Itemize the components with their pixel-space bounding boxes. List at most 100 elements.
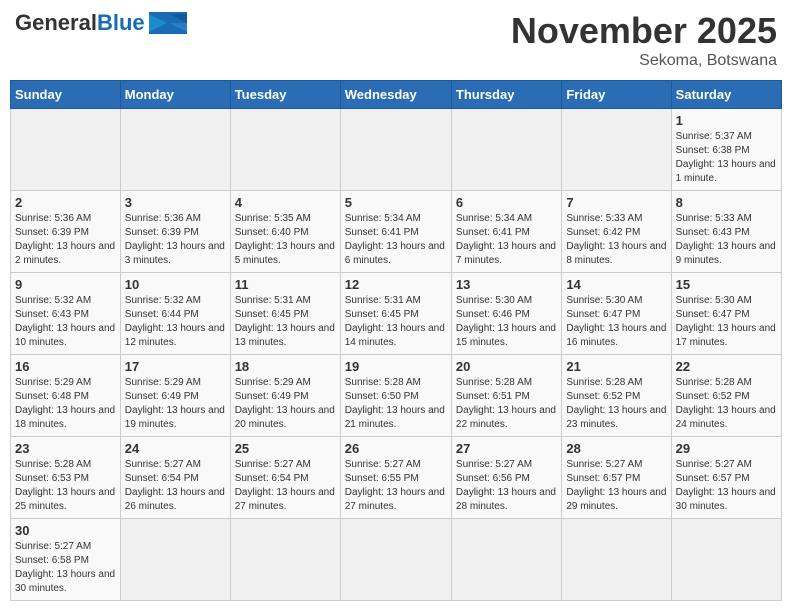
col-header-friday: Friday — [562, 81, 671, 109]
calendar-cell: 1 Sunrise: 5:37 AM Sunset: 6:38 PM Daylig… — [671, 109, 781, 191]
calendar-cell: 26 Sunrise: 5:27 AM Sunset: 6:55 PM Dayli… — [340, 437, 451, 519]
calendar-cell: 17 Sunrise: 5:29 AM Sunset: 6:49 PM Dayli… — [120, 355, 230, 437]
day-number: 7 — [566, 195, 666, 210]
calendar-cell — [562, 109, 671, 191]
calendar-cell: 14Sunrise: 5:30 AM Sunset: 6:47 PM Dayli… — [562, 273, 671, 355]
day-number: 17 — [125, 359, 226, 374]
day-number: 5 — [345, 195, 447, 210]
day-number: 29 — [676, 441, 777, 456]
col-header-monday: Monday — [120, 81, 230, 109]
day-number: 26 — [345, 441, 447, 456]
col-header-saturday: Saturday — [671, 81, 781, 109]
day-number: 20 — [456, 359, 557, 374]
calendar-cell: 19 Sunrise: 5:28 AM Sunset: 6:50 PM Dayli… — [340, 355, 451, 437]
logo-icon — [149, 12, 187, 34]
calendar-cell: 7 Sunrise: 5:33 AM Sunset: 6:42 PM Daylig… — [562, 191, 671, 273]
calendar-cell: 2 Sunrise: 5:36 AM Sunset: 6:39 PM Daylig… — [11, 191, 121, 273]
calendar-week-row: 23Sunrise: 5:28 AM Sunset: 6:53 PM Dayli… — [11, 437, 782, 519]
day-number: 2 — [15, 195, 116, 210]
day-info: Sunrise: 5:30 AM Sunset: 6:47 PM Dayligh… — [566, 294, 666, 350]
calendar-cell — [671, 519, 781, 601]
calendar-cell: 25Sunrise: 5:27 AM Sunset: 6:54 PM Dayli… — [230, 437, 340, 519]
day-info: Sunrise: 5:37 AM Sunset: 6:38 PM Dayligh… — [676, 130, 777, 186]
calendar-cell — [340, 109, 451, 191]
day-number: 24 — [125, 441, 226, 456]
calendar-week-row: 30Sunrise: 5:27 AM Sunset: 6:58 PM Dayli… — [11, 519, 782, 601]
calendar-week-row: 2 Sunrise: 5:36 AM Sunset: 6:39 PM Daylig… — [11, 191, 782, 273]
col-header-tuesday: Tuesday — [230, 81, 340, 109]
day-info: Sunrise: 5:27 AM Sunset: 6:57 PM Dayligh… — [566, 458, 666, 514]
calendar-cell: 5 Sunrise: 5:34 AM Sunset: 6:41 PM Daylig… — [340, 191, 451, 273]
col-header-wednesday: Wednesday — [340, 81, 451, 109]
logo-blue: Blue — [97, 10, 145, 36]
day-info: Sunrise: 5:27 AM Sunset: 6:54 PM Dayligh… — [125, 458, 226, 514]
title-area: November 2025 Sekoma, Botswana — [511, 10, 777, 70]
calendar-cell: 28 Sunrise: 5:27 AM Sunset: 6:57 PM Dayli… — [562, 437, 671, 519]
day-info: Sunrise: 5:33 AM Sunset: 6:42 PM Dayligh… — [566, 212, 666, 268]
day-info: Sunrise: 5:28 AM Sunset: 6:50 PM Dayligh… — [345, 376, 447, 432]
calendar-cell: 27 Sunrise: 5:27 AM Sunset: 6:56 PM Dayli… — [451, 437, 561, 519]
day-number: 18 — [235, 359, 336, 374]
subtitle: Sekoma, Botswana — [511, 52, 777, 70]
day-info: Sunrise: 5:34 AM Sunset: 6:41 PM Dayligh… — [345, 212, 447, 268]
calendar-week-row: 16 Sunrise: 5:29 AM Sunset: 6:48 PM Dayli… — [11, 355, 782, 437]
day-number: 21 — [566, 359, 666, 374]
col-header-thursday: Thursday — [451, 81, 561, 109]
col-header-sunday: Sunday — [11, 81, 121, 109]
calendar-cell: 21 Sunrise: 5:28 AM Sunset: 6:52 PM Dayli… — [562, 355, 671, 437]
logo: GeneralBlue — [15, 10, 187, 36]
day-info: Sunrise: 5:29 AM Sunset: 6:49 PM Dayligh… — [125, 376, 226, 432]
calendar-cell — [230, 109, 340, 191]
calendar-cell: 9Sunrise: 5:32 AM Sunset: 6:43 PM Daylig… — [11, 273, 121, 355]
day-info: Sunrise: 5:36 AM Sunset: 6:39 PM Dayligh… — [15, 212, 116, 268]
day-info: Sunrise: 5:27 AM Sunset: 6:56 PM Dayligh… — [456, 458, 557, 514]
calendar-cell: 6Sunrise: 5:34 AM Sunset: 6:41 PM Daylig… — [451, 191, 561, 273]
calendar-cell — [230, 519, 340, 601]
day-info: Sunrise: 5:28 AM Sunset: 6:52 PM Dayligh… — [676, 376, 777, 432]
day-info: Sunrise: 5:28 AM Sunset: 6:52 PM Dayligh… — [566, 376, 666, 432]
day-info: Sunrise: 5:27 AM Sunset: 6:57 PM Dayligh… — [676, 458, 777, 514]
calendar-cell: 10 Sunrise: 5:32 AM Sunset: 6:44 PM Dayli… — [120, 273, 230, 355]
day-number: 28 — [566, 441, 666, 456]
calendar-cell — [120, 109, 230, 191]
day-info: Sunrise: 5:30 AM Sunset: 6:47 PM Dayligh… — [676, 294, 777, 350]
day-info: Sunrise: 5:28 AM Sunset: 6:53 PM Dayligh… — [15, 458, 116, 514]
day-info: Sunrise: 5:29 AM Sunset: 6:48 PM Dayligh… — [15, 376, 116, 432]
day-number: 12 — [345, 277, 447, 292]
calendar-cell — [340, 519, 451, 601]
day-info: Sunrise: 5:32 AM Sunset: 6:44 PM Dayligh… — [125, 294, 226, 350]
day-number: 30 — [15, 523, 116, 538]
day-number: 19 — [345, 359, 447, 374]
calendar-cell: 24 Sunrise: 5:27 AM Sunset: 6:54 PM Dayli… — [120, 437, 230, 519]
day-info: Sunrise: 5:29 AM Sunset: 6:49 PM Dayligh… — [235, 376, 336, 432]
day-info: Sunrise: 5:34 AM Sunset: 6:41 PM Dayligh… — [456, 212, 557, 268]
day-info: Sunrise: 5:30 AM Sunset: 6:46 PM Dayligh… — [456, 294, 557, 350]
day-number: 1 — [676, 113, 777, 128]
calendar-cell: 15Sunrise: 5:30 AM Sunset: 6:47 PM Dayli… — [671, 273, 781, 355]
calendar-cell: 22Sunrise: 5:28 AM Sunset: 6:52 PM Dayli… — [671, 355, 781, 437]
day-info: Sunrise: 5:27 AM Sunset: 6:55 PM Dayligh… — [345, 458, 447, 514]
calendar-cell: 4Sunrise: 5:35 AM Sunset: 6:40 PM Daylig… — [230, 191, 340, 273]
day-number: 27 — [456, 441, 557, 456]
day-number: 9 — [15, 277, 116, 292]
logo-general: General — [15, 10, 97, 36]
day-number: 13 — [456, 277, 557, 292]
day-number: 16 — [15, 359, 116, 374]
header: GeneralBlue November 2025 Sekoma, Botswa… — [10, 10, 782, 70]
calendar-week-row: 9Sunrise: 5:32 AM Sunset: 6:43 PM Daylig… — [11, 273, 782, 355]
logo-text: GeneralBlue — [15, 10, 187, 36]
calendar-cell — [562, 519, 671, 601]
calendar-cell: 12 Sunrise: 5:31 AM Sunset: 6:45 PM Dayli… — [340, 273, 451, 355]
day-number: 11 — [235, 277, 336, 292]
calendar-header-row: SundayMondayTuesdayWednesdayThursdayFrid… — [11, 81, 782, 109]
calendar-week-row: 1 Sunrise: 5:37 AM Sunset: 6:38 PM Daylig… — [11, 109, 782, 191]
day-number: 10 — [125, 277, 226, 292]
day-number: 3 — [125, 195, 226, 210]
day-info: Sunrise: 5:31 AM Sunset: 6:45 PM Dayligh… — [345, 294, 447, 350]
day-number: 8 — [676, 195, 777, 210]
calendar-cell: 16 Sunrise: 5:29 AM Sunset: 6:48 PM Dayli… — [11, 355, 121, 437]
day-info: Sunrise: 5:28 AM Sunset: 6:51 PM Dayligh… — [456, 376, 557, 432]
day-number: 25 — [235, 441, 336, 456]
day-info: Sunrise: 5:33 AM Sunset: 6:43 PM Dayligh… — [676, 212, 777, 268]
calendar-cell — [120, 519, 230, 601]
